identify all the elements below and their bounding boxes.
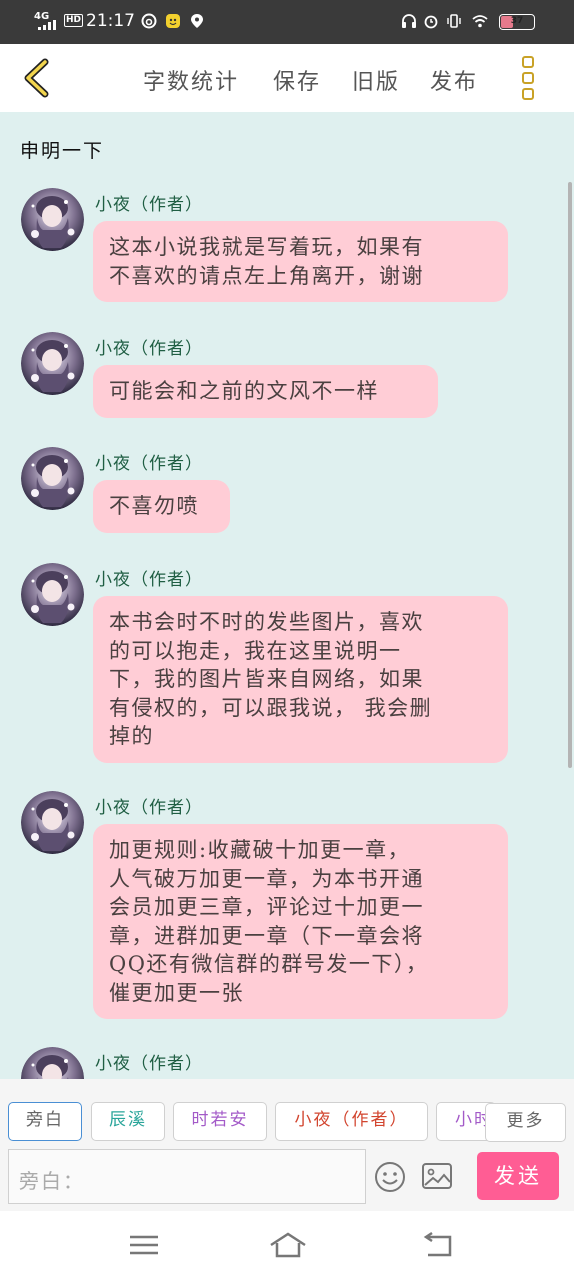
avatar[interactable] (21, 188, 84, 251)
message-line: 下，我的图片皆来自网络，如果 (109, 667, 424, 691)
speaker-name: 小夜（作者） (95, 570, 203, 590)
avatar[interactable] (21, 1047, 84, 1079)
statement-text: 申明一下 (20, 140, 105, 162)
speaker-selector: 旁白 辰溪 时若安 小夜（作者） 小时 更多 (0, 1079, 574, 1145)
avatar[interactable] (21, 332, 84, 395)
speaker-chip-xiaoye[interactable]: 小夜（作者） (275, 1102, 428, 1141)
old-version-button[interactable]: 旧版 (352, 64, 400, 96)
netease-music-icon (141, 13, 157, 29)
speaker-chip-shiruoan[interactable]: 时若安 (173, 1102, 267, 1141)
speaker-label: 时若安 (191, 1110, 249, 1130)
message-line: 的可以抱走，我在这里说明一 (109, 638, 402, 663)
message-line: 可能会和之前的文风不一样 (109, 379, 379, 403)
speaker-name: 小夜（作者） (95, 1054, 203, 1074)
message-bubble[interactable]: 可能会和之前的文风不一样 (93, 365, 438, 418)
hd-badge: HD (64, 14, 84, 27)
speaker-name: 小夜（作者） (95, 798, 203, 818)
system-nav-bar (0, 1211, 574, 1280)
message-bubble[interactable]: 加更规则:收藏破十加更一章， 人气破万加更一章，为本书开通 会员加更三章，评论过十加… (93, 824, 508, 1019)
message-line: 掉的 (109, 724, 154, 748)
battery-icon: 37 (499, 14, 535, 30)
composer: 旁白： 发送 (0, 1145, 574, 1211)
message-bubble[interactable]: 这本小说我就是写着玩，如果有 不喜欢的请点左上角离开，谢谢 (93, 221, 508, 302)
speaker-label: 辰溪 (109, 1110, 147, 1130)
speaker-chip-chenxi[interactable]: 辰溪 (91, 1102, 165, 1141)
speaker-name: 小夜（作者） (95, 195, 203, 215)
message-input[interactable]: 旁白： (8, 1149, 366, 1204)
status-bar: 4G HD 21:17 37 (0, 0, 574, 44)
chat-area[interactable]: 申明一下 小夜（作者） 这本小说我就是写着玩，如果有 不喜欢的请点左上角离开，谢谢小… (0, 112, 574, 1079)
home-icon[interactable] (268, 1229, 308, 1261)
send-button[interactable]: 发送 (477, 1152, 559, 1200)
message-line: 不喜勿喷 (109, 494, 199, 518)
menu-icon[interactable] (126, 1229, 162, 1261)
save-button[interactable]: 保存 (273, 64, 321, 96)
avatar[interactable] (21, 447, 84, 510)
message-line: 本书会时不时的发些图片，喜欢 (109, 610, 424, 634)
message-bubble[interactable]: 不喜勿喷 (93, 480, 230, 533)
message-line: 催更加更一张 (109, 980, 244, 1005)
editor-toolbar: 字数统计 保存 旧版 发布 (0, 44, 574, 112)
vibrate-icon (447, 14, 461, 28)
message-line: 不喜欢的请点左上角离开，谢谢 (109, 263, 424, 288)
location-pin-icon (191, 14, 203, 28)
message-line: 有侵权的，可以跟我说， 我会删 (109, 695, 433, 720)
word-count-button[interactable]: 字数统计 (143, 64, 239, 96)
back-icon[interactable] (420, 1229, 456, 1261)
message-bubble[interactable]: 本书会时不时的发些图片，喜欢 的可以抱走，我在这里说明一 下，我的图片皆来自网络，如… (93, 596, 508, 763)
speaker-chip-narrator[interactable]: 旁白 (8, 1102, 82, 1141)
more-speakers-button[interactable]: 更多 (485, 1103, 566, 1142)
image-icon[interactable] (421, 1161, 453, 1191)
clock: 21:17 (86, 11, 135, 31)
message-line: QQ还有微信群的群号发一下）， (109, 952, 429, 976)
smiley-icon[interactable] (374, 1161, 406, 1193)
app-face-icon (166, 14, 180, 28)
speaker-name: 小夜（作者） (95, 454, 203, 474)
speaker-label: 旁白 (26, 1110, 64, 1130)
signal-icon (38, 20, 56, 30)
chevron-left-icon (24, 58, 49, 98)
speaker-name: 小夜（作者） (95, 339, 203, 359)
back-button[interactable] (18, 56, 58, 100)
scrollbar[interactable] (568, 182, 572, 768)
battery-percent: 37 (510, 16, 524, 26)
alarm-icon (424, 15, 438, 29)
speaker-label: 小夜（作者） (294, 1110, 409, 1130)
more-label: 更多 (506, 1111, 545, 1131)
headphones-icon (402, 14, 416, 28)
more-vertical-icon[interactable] (516, 56, 540, 102)
avatar[interactable] (21, 563, 84, 626)
avatar[interactable] (21, 791, 84, 854)
message-line: 章，进群加更一章（下一章会将 (109, 923, 424, 948)
message-line: 这本小说我就是写着玩，如果有 (109, 235, 424, 259)
message-line: 人气破万加更一章，为本书开通 (109, 866, 424, 891)
message-line: 加更规则:收藏破十加更一章， (109, 838, 411, 862)
message-line: 会员加更三章，评论过十加更一 (109, 895, 424, 919)
wifi-icon (472, 15, 488, 28)
publish-button[interactable]: 发布 (430, 64, 478, 96)
